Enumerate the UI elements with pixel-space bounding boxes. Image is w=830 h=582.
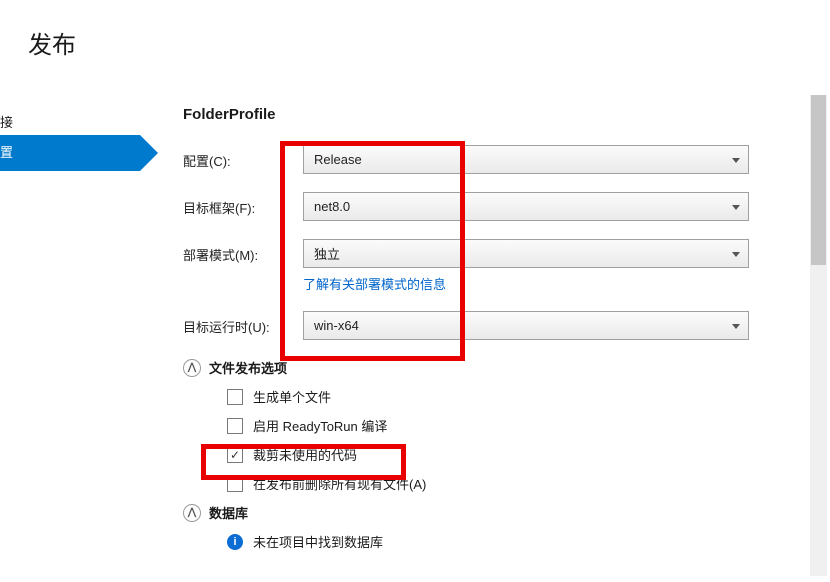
section-database-label: 数据库 — [209, 503, 248, 522]
select-configuration-value: Release — [314, 152, 362, 167]
checkbox-single-file-label: 生成单个文件 — [253, 387, 331, 406]
checkbox-row-single-file: 生成单个文件 — [227, 387, 804, 406]
checkbox-trim-unused-label: 裁剪未使用的代码 — [253, 445, 357, 464]
sidebar-item-connection[interactable]: 接 — [0, 110, 140, 135]
checkbox-readytorun-label: 启用 ReadyToRun 编译 — [253, 416, 387, 435]
checkbox-row-delete-existing: 在发布前删除所有现有文件(A) — [227, 474, 804, 493]
link-deploy-mode-info[interactable]: 了解有关部署模式的信息 — [303, 274, 446, 293]
sidebar: 接 置 — [0, 110, 140, 171]
chevron-down-icon — [732, 158, 740, 163]
chevron-down-icon — [732, 324, 740, 329]
row-configuration: 配置(C): Release — [183, 145, 804, 174]
select-deploy-mode-value: 独立 — [314, 244, 340, 263]
checkbox-delete-existing-label: 在发布前删除所有现有文件(A) — [253, 474, 426, 493]
database-info-row: i 未在项目中找到数据库 — [227, 532, 804, 551]
label-configuration: 配置(C): — [183, 145, 303, 170]
label-deploy-mode: 部署模式(M): — [183, 239, 303, 264]
select-target-runtime[interactable]: win-x64 — [303, 311, 749, 340]
label-target-framework: 目标框架(F): — [183, 192, 303, 217]
select-deploy-mode[interactable]: 独立 — [303, 239, 749, 268]
select-target-framework-value: net8.0 — [314, 199, 350, 214]
chevron-down-icon — [732, 252, 740, 257]
section-file-publish-options-label: 文件发布选项 — [209, 358, 287, 377]
expander-database[interactable]: ⋀ — [183, 504, 201, 522]
profile-title: FolderProfile — [183, 106, 804, 123]
database-info-text: 未在项目中找到数据库 — [253, 532, 383, 551]
label-target-runtime: 目标运行时(U): — [183, 311, 303, 336]
checkbox-delete-existing[interactable] — [227, 476, 243, 492]
select-target-runtime-value: win-x64 — [314, 318, 359, 333]
info-icon: i — [227, 534, 243, 550]
chevron-down-icon — [732, 205, 740, 210]
select-configuration[interactable]: Release — [303, 145, 749, 174]
checkbox-trim-unused[interactable] — [227, 447, 243, 463]
checkbox-readytorun[interactable] — [227, 418, 243, 434]
scrollbar-thumb[interactable] — [811, 95, 826, 265]
expander-file-options[interactable]: ⋀ — [183, 359, 201, 377]
checkbox-single-file[interactable] — [227, 389, 243, 405]
row-target-runtime: 目标运行时(U): win-x64 — [183, 311, 804, 340]
checkbox-row-trim-unused: 裁剪未使用的代码 — [227, 445, 804, 464]
sidebar-item-settings[interactable]: 置 — [0, 135, 140, 171]
select-target-framework[interactable]: net8.0 — [303, 192, 749, 221]
checkbox-row-readytorun: 启用 ReadyToRun 编译 — [227, 416, 804, 435]
row-target-framework: 目标框架(F): net8.0 — [183, 192, 804, 221]
content-area: FolderProfile 配置(C): Release 目标框架(F): ne… — [183, 106, 804, 561]
section-file-publish-options: ⋀ 文件发布选项 — [183, 358, 804, 377]
section-database: ⋀ 数据库 — [183, 503, 804, 522]
row-deploy-mode: 部署模式(M): 独立 了解有关部署模式的信息 — [183, 239, 804, 293]
page-title: 发布 — [28, 25, 76, 60]
vertical-scrollbar[interactable] — [810, 95, 827, 576]
